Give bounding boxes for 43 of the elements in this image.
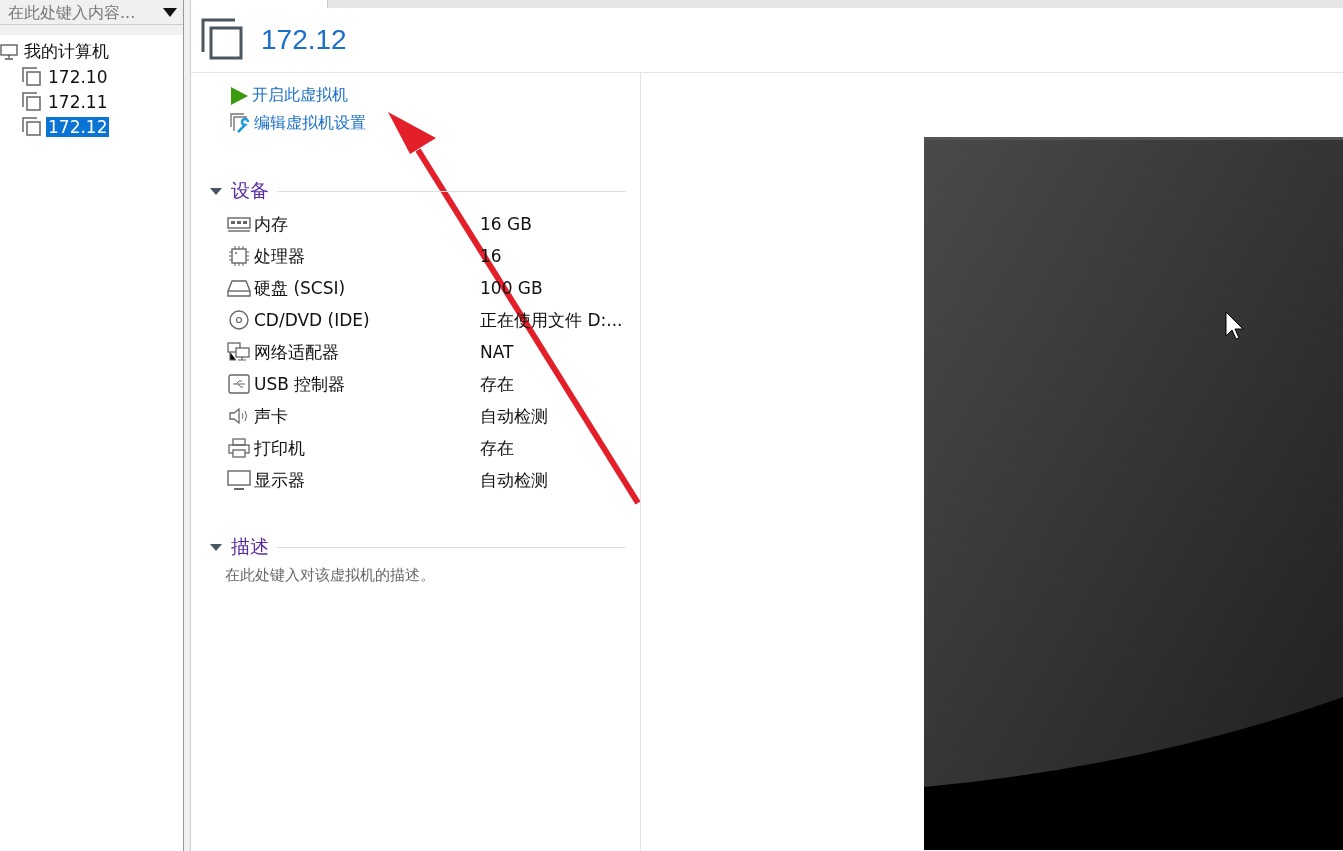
vm-icon	[22, 66, 42, 87]
section-heading: 描述	[231, 534, 269, 559]
device-item[interactable]: USB 控制器	[227, 372, 480, 396]
search-field[interactable]: 在此处键入内容...	[0, 0, 183, 25]
settings-icon	[229, 112, 251, 134]
vm-icon	[201, 18, 245, 62]
device-value: 存在	[480, 436, 514, 460]
vm-title: 172.12	[261, 24, 347, 56]
device-item[interactable]: 硬盘 (SCSI)	[227, 276, 480, 300]
device-item[interactable]: 显示器	[227, 468, 480, 492]
network-icon	[227, 342, 251, 362]
computer-icon	[0, 43, 18, 60]
chip-icon	[227, 246, 251, 266]
tree-item[interactable]: 我的计算机	[22, 40, 111, 63]
description-placeholder[interactable]: 在此处键入对该虚拟机的描述。	[209, 566, 435, 585]
device-item[interactable]: CD/DVD (IDE)	[227, 310, 480, 330]
device-value: 存在	[480, 372, 514, 396]
device-item[interactable]: 声卡	[227, 404, 480, 428]
tree-item[interactable]: 172.12	[46, 116, 110, 137]
memory-icon	[227, 214, 251, 234]
action-link[interactable]: 开启此虚拟机	[229, 85, 348, 106]
disc-icon	[227, 310, 251, 330]
tree-item[interactable]: 172.11	[46, 91, 110, 112]
collapse-caret-icon[interactable]	[209, 186, 223, 196]
dropdown-caret-icon[interactable]	[163, 7, 177, 17]
printer-icon	[227, 438, 251, 458]
vm-icon	[22, 91, 42, 112]
device-item[interactable]: 打印机	[227, 436, 480, 460]
collapse-caret-icon[interactable]	[209, 542, 223, 552]
action-link[interactable]: 编辑虚拟机设置	[229, 112, 366, 134]
device-value: 16 GB	[480, 214, 532, 234]
device-item[interactable]: 处理器	[227, 244, 480, 268]
play-icon	[229, 85, 249, 106]
device-item[interactable]: 内存	[227, 212, 480, 236]
monitor-icon	[227, 470, 251, 490]
device-value: 自动检测	[480, 404, 548, 428]
device-value: 自动检测	[480, 468, 548, 492]
device-value: NAT	[480, 342, 514, 362]
vm-icon	[22, 116, 42, 137]
device-item[interactable]: 网络适配器	[227, 340, 480, 364]
usb-icon	[227, 374, 251, 394]
section-heading: 设备	[231, 178, 269, 203]
tree-item[interactable]: 172.10	[46, 66, 110, 87]
